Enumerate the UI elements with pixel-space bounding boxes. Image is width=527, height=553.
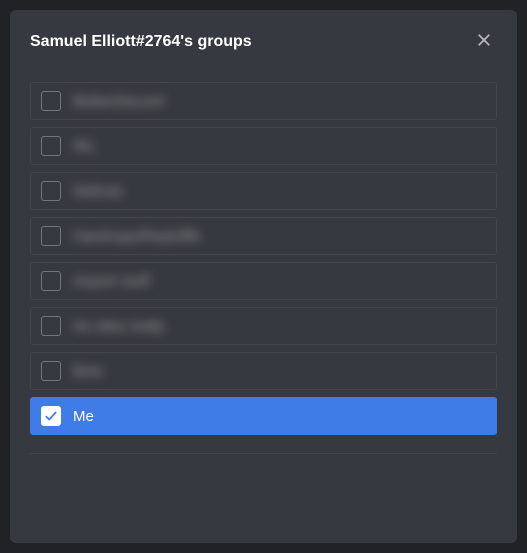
close-button[interactable] xyxy=(471,27,497,56)
modal-header: Samuel Elliott#2764's groups xyxy=(10,10,517,62)
checkbox[interactable] xyxy=(41,136,61,156)
modal-body: BetterDiscord IRL Wahuts Harehope/Radcliffe… xyxy=(10,62,517,543)
group-row[interactable]: Bots xyxy=(30,352,497,390)
group-label: Harehope/Radcliffe xyxy=(73,228,201,245)
check-icon xyxy=(44,409,58,423)
close-icon xyxy=(475,31,493,52)
group-row[interactable]: Wahuts xyxy=(30,172,497,210)
group-row[interactable]: IRL xyxy=(30,127,497,165)
checkbox[interactable] xyxy=(41,226,61,246)
group-row[interactable]: Harehope/Radcliffe xyxy=(30,217,497,255)
divider xyxy=(30,453,497,454)
checkbox[interactable] xyxy=(41,361,61,381)
groups-modal: Samuel Elliott#2764's groups BetterDisco… xyxy=(10,10,517,543)
checkbox[interactable] xyxy=(41,406,61,426)
group-label: Bots xyxy=(73,363,103,380)
checkbox[interactable] xyxy=(41,91,61,111)
group-label: IRL xyxy=(73,138,96,155)
group-row[interactable]: Me xyxy=(30,397,497,435)
checkbox[interactable] xyxy=(41,181,61,201)
group-row[interactable]: BetterDiscord xyxy=(30,82,497,120)
checkbox[interactable] xyxy=(41,316,61,336)
group-label: BetterDiscord xyxy=(73,93,164,110)
group-label: No idea really xyxy=(73,318,165,335)
group-label: Airport stuff xyxy=(73,273,149,290)
group-row[interactable]: No idea really xyxy=(30,307,497,345)
modal-title: Samuel Elliott#2764's groups xyxy=(30,33,252,51)
group-label: Wahuts xyxy=(73,183,123,200)
group-label: Me xyxy=(73,408,94,425)
group-row[interactable]: Airport stuff xyxy=(30,262,497,300)
group-list: BetterDiscord IRL Wahuts Harehope/Radcliffe… xyxy=(30,82,497,435)
checkbox[interactable] xyxy=(41,271,61,291)
